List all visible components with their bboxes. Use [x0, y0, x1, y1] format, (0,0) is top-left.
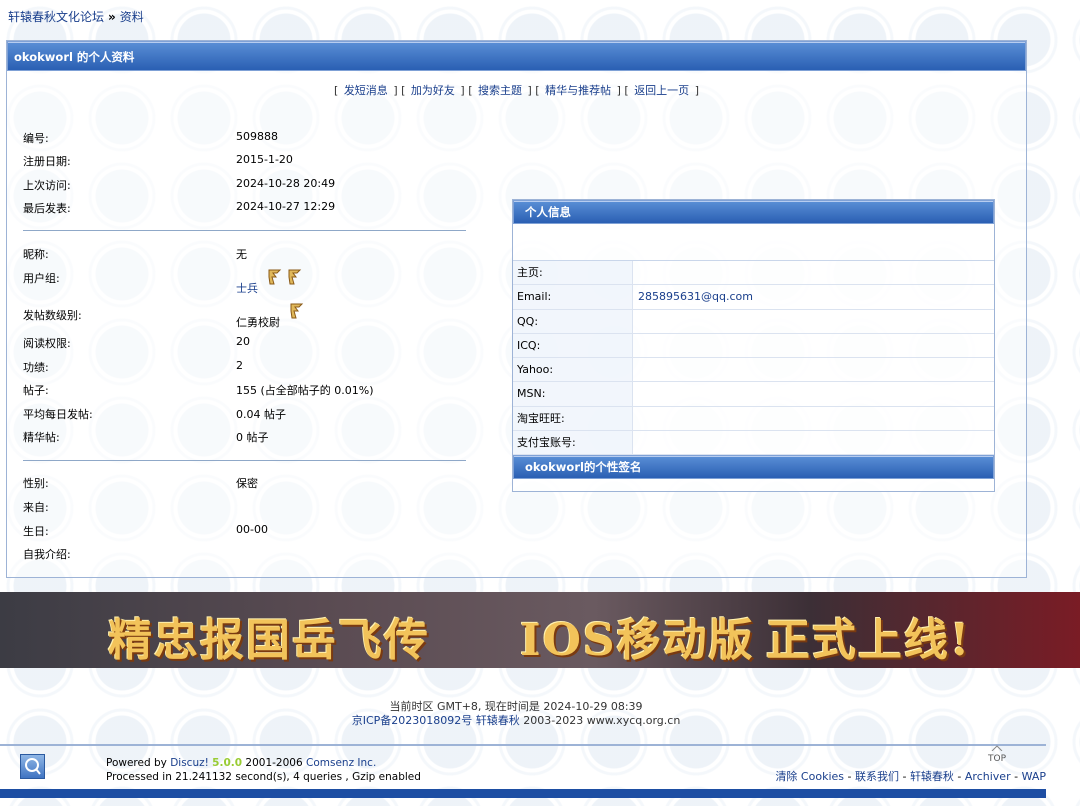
banner-title: 精忠报国岳飞传: [108, 615, 430, 666]
clear-cookies-link[interactable]: 清除 Cookies: [775, 770, 844, 783]
go-back-link[interactable]: 返回上一页: [634, 84, 689, 97]
archiver-link[interactable]: Archiver: [965, 770, 1011, 783]
profile-header: okokworl 的个人资料: [7, 41, 1026, 71]
copyright-line: 京ICP备2023018092号 轩辕春秋 2003-2023 www.xycq…: [0, 712, 1032, 728]
breadcrumb-current-link[interactable]: 资料: [120, 10, 144, 24]
bottom-bar: Powered by Discuz! 5.0.0 2001-2006 Comse…: [0, 744, 1046, 788]
divider: [23, 230, 466, 231]
footer-links: 清除 Cookies - 联系我们 - 轩辕春秋 - Archiver - WA…: [775, 770, 1046, 783]
breadcrumb: 轩辕春秋文化论坛 » 资料: [8, 8, 144, 25]
bottom-strip: [0, 789, 1046, 798]
banner-launch: 正式上线!: [766, 615, 972, 666]
breadcrumb-separator: »: [108, 10, 116, 24]
caret-up-icon: [991, 745, 1003, 752]
rank-star-icon: [288, 302, 308, 320]
profile-actions: [ 发短消息 ] [ 加为好友 ] [ 搜索主题 ] [ 精华与推荐帖 ] [ …: [334, 84, 699, 97]
discuz-link[interactable]: Discuz!: [170, 757, 209, 769]
search-topics-link[interactable]: 搜索主题: [478, 84, 522, 97]
back-to-top[interactable]: TOP: [988, 744, 1006, 764]
send-message-link[interactable]: 发短消息: [344, 84, 388, 97]
info-row-homepage: 主页:: [513, 261, 994, 286]
comsenz-link[interactable]: Comsenz Inc.: [306, 757, 376, 769]
rank-star-icon: [266, 268, 286, 286]
info-row-qq: QQ:: [513, 309, 994, 334]
info-row-email: Email: 285895631@qq.com: [513, 285, 994, 310]
info-spacer: [513, 224, 994, 261]
breadcrumb-site-link[interactable]: 轩辕春秋文化论坛: [8, 10, 104, 24]
usergroup-link[interactable]: 士兵: [236, 282, 258, 295]
profile-panel: okokworl 的个人资料 [ 发短消息 ] [ 加为好友 ] [ 搜索主题 …: [6, 40, 1027, 578]
discuz-logo-icon[interactable]: [20, 754, 45, 779]
icp-link[interactable]: 京ICP备2023018092号: [352, 714, 473, 727]
divider: [23, 460, 466, 461]
wap-link[interactable]: WAP: [1022, 770, 1046, 783]
powered-by: Powered by Discuz! 5.0.0 2001-2006 Comse…: [106, 757, 421, 783]
processed-info: Processed in 21.241132 second(s), 4 quer…: [106, 771, 421, 783]
discuz-version: 5.0.0: [212, 757, 243, 769]
add-friend-link[interactable]: 加为好友: [411, 84, 455, 97]
personal-info-header: 个人信息: [513, 200, 994, 224]
email-link[interactable]: 285895631@qq.com: [638, 290, 753, 303]
info-row-alipay: 支付宝账号:: [513, 431, 994, 456]
info-row-icq: ICQ:: [513, 333, 994, 359]
promo-banner[interactable]: 精忠报国岳飞传 IOS移动版 正式上线!: [0, 592, 1080, 668]
personal-info-panel: 个人信息 主页: Email: 285895631@qq.com QQ: ICQ…: [512, 199, 995, 492]
copyright-text: 2003-2023 www.xycq.org.cn: [523, 714, 681, 727]
info-row-yahoo: Yahoo:: [513, 358, 994, 383]
banner-subtitle: IOS移动版: [520, 615, 755, 666]
signature-header: okokworl的个性签名: [513, 455, 994, 480]
contact-us-link[interactable]: 联系我们: [855, 770, 899, 783]
info-row-msn: MSN:: [513, 382, 994, 407]
rank-star-icon: [286, 268, 306, 286]
digest-posts-link[interactable]: 精华与推荐帖: [545, 84, 611, 97]
site-link[interactable]: 轩辕春秋: [476, 714, 520, 727]
footer-site-link[interactable]: 轩辕春秋: [910, 770, 954, 783]
info-row-taobao: 淘宝旺旺:: [513, 406, 994, 432]
